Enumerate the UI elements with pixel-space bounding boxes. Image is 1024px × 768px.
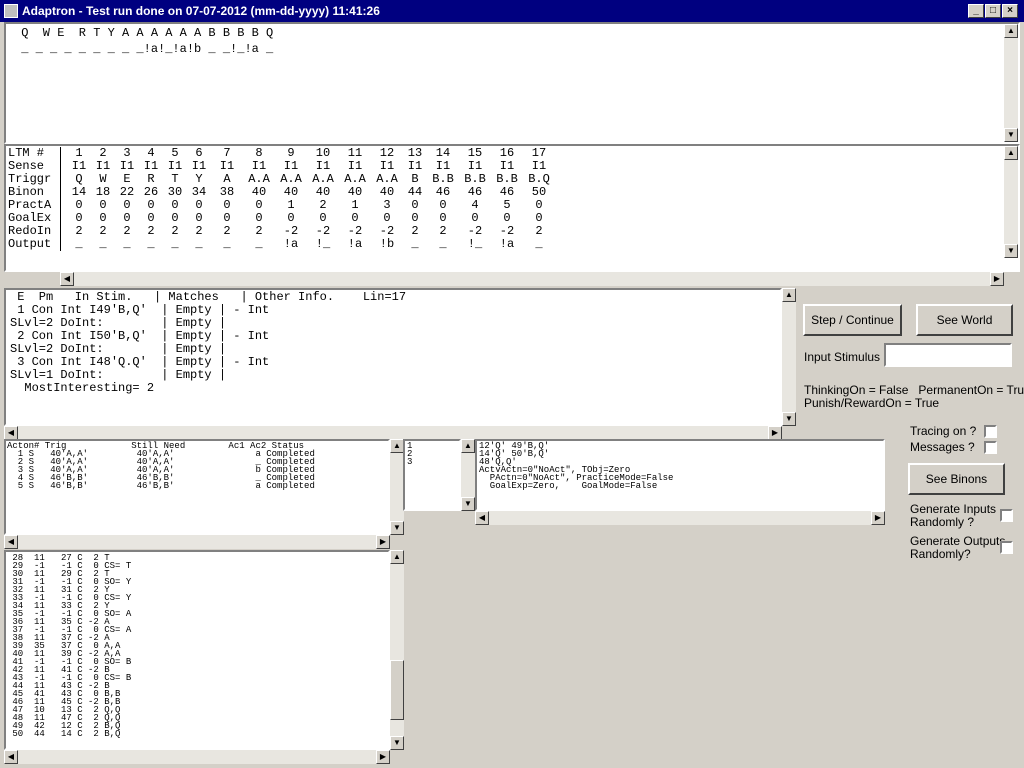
status-line-1: ThinkingOn = False PermanentOn = True	[804, 383, 1024, 397]
goal-info-line: GoalExp=Zero, GoalMode=False	[479, 481, 658, 491]
ltm-panel[interactable]: LTM #1 2 3 4 5 6 7 8 9 10 11 12 13 14 15 16 17 Sense I1 I1 I…	[4, 144, 1020, 272]
ltm-cell: _	[123, 237, 131, 251]
generate-outputs-checkbox[interactable]	[1000, 541, 1013, 554]
title-bar[interactable]: Adaptron - Test run done on 07-07-2012 (…	[0, 0, 1024, 22]
scroll-down-arrow-icon[interactable]: ▼	[390, 521, 404, 535]
scroll-left-arrow-icon[interactable]: ◀	[475, 511, 489, 525]
small-list-line: 2	[407, 449, 413, 459]
ltm-cell: _	[195, 237, 203, 251]
goal-info-line: 14'Q' 50'B,Q'	[479, 449, 550, 459]
messages-checkbox[interactable]	[984, 441, 997, 454]
ltm-row-label: Output	[8, 237, 52, 251]
tracing-checkbox[interactable]	[984, 425, 997, 438]
ltm-cell: _	[147, 237, 155, 251]
scroll-right-arrow-icon[interactable]: ▶	[990, 272, 1004, 286]
ltm-hscroll[interactable]: ◀ ▶	[60, 272, 1004, 286]
minimize-icon[interactable]: _	[968, 4, 984, 18]
ltm-vscroll[interactable]: ▲ ▼	[1004, 146, 1018, 258]
goal-info-text: 12'Q' 49'B,Q' 14'Q' 50'B,Q' 48'Q,Q' ActvAct…	[477, 441, 883, 491]
ltm-cell: _	[255, 237, 263, 251]
stm-hscroll[interactable]: ◀ ▶	[4, 426, 782, 440]
close-icon[interactable]: ×	[1002, 4, 1018, 18]
world-vscroll[interactable]: ▲ ▼	[1004, 24, 1018, 142]
messages-label: Messages ?	[910, 440, 975, 454]
scroll-up-arrow-icon[interactable]: ▲	[782, 288, 796, 302]
history-panel[interactable]: 28 11 27 C 2 T 29 -1 -1 C 0 CS= T 30 11 …	[4, 550, 390, 750]
scroll-right-arrow-icon[interactable]: ▶	[376, 535, 390, 549]
scroll-up-arrow-icon[interactable]: ▲	[1004, 24, 1018, 38]
scroll-thumb[interactable]	[390, 660, 404, 720]
small-list-panel[interactable]: 123	[403, 439, 461, 511]
see-world-button[interactable]: See World	[916, 304, 1013, 336]
world-line-2: _ _ _ _ _ _ _ _ _!a!_!a!b _ _!_!a _	[14, 42, 274, 56]
maximize-icon[interactable]: □	[985, 4, 1001, 18]
generate-outputs-label: Generate Outputs Randomly?	[910, 534, 1006, 561]
ltm-cell: !a	[499, 237, 515, 251]
actons-panel[interactable]: Acton# Trig Still Need Ac1 Ac2 Status 1 …	[4, 439, 390, 535]
world-line-1: Q W E R T Y A A A A A A B B B B Q	[14, 26, 274, 40]
window-title: Adaptron - Test run done on 07-07-2012 (…	[22, 4, 380, 18]
step-continue-button[interactable]: Step / Continue	[803, 304, 902, 336]
actons-text: Acton# Trig Still Need Ac1 Ac2 Status 1 …	[6, 441, 388, 491]
scroll-right-arrow-icon[interactable]: ▶	[768, 426, 782, 440]
goal-info-hscroll[interactable]: ◀ ▶	[475, 511, 885, 525]
input-stimulus-field[interactable]	[884, 343, 1012, 367]
tracing-label: Tracing on ?	[910, 424, 977, 438]
scroll-up-arrow-icon[interactable]: ▲	[461, 439, 475, 453]
ltm-table: LTM #1 2 3 4 5 6 7 8 9 10 11 12 13 14 15 16 17 Sense I1 I1 I…	[8, 147, 556, 251]
ltm-cell: _	[99, 237, 107, 251]
app-icon[interactable]	[4, 4, 18, 18]
scroll-down-arrow-icon[interactable]: ▼	[782, 412, 796, 426]
scroll-left-arrow-icon[interactable]: ◀	[4, 535, 18, 549]
scroll-right-arrow-icon[interactable]: ▶	[871, 511, 885, 525]
input-stimulus-label: Input Stimulus :	[804, 350, 887, 364]
small-list-line: 3	[407, 457, 413, 467]
scroll-down-arrow-icon[interactable]: ▼	[1004, 244, 1018, 258]
history-text: 28 11 27 C 2 T 29 -1 -1 C 0 CS= T 30 11 …	[6, 554, 388, 739]
goal-info-panel[interactable]: 12'Q' 49'B,Q' 14'Q' 50'B,Q' 48'Q,Q' ActvAct…	[475, 439, 885, 511]
scroll-down-arrow-icon[interactable]: ▼	[461, 497, 475, 511]
generate-inputs-label: Generate Inputs Randomly ?	[910, 502, 997, 529]
ltm-cell: _	[439, 237, 447, 251]
history-line: 50 44 14 C 2 B,Q	[7, 729, 121, 739]
stm-panel[interactable]: E Pm In Stim. | Matches | Other Info. Li…	[4, 288, 782, 426]
small-list-vscroll[interactable]: ▲ ▼	[461, 439, 475, 511]
scroll-left-arrow-icon[interactable]: ◀	[4, 426, 18, 440]
see-binons-button[interactable]: See Binons	[908, 463, 1005, 495]
status-line-2: Punish/RewardOn = True	[804, 396, 940, 410]
actons-hscroll[interactable]: ◀ ▶	[4, 535, 390, 549]
small-list-line: 1	[407, 441, 413, 451]
ltm-cell: !a	[347, 237, 363, 251]
ltm-cell: _	[171, 237, 179, 251]
actons-vscroll[interactable]: ▲ ▼	[390, 439, 404, 535]
ltm-cell: _	[223, 237, 231, 251]
scroll-right-arrow-icon[interactable]: ▶	[376, 750, 390, 764]
scroll-left-arrow-icon[interactable]: ◀	[4, 750, 18, 764]
scroll-up-arrow-icon[interactable]: ▲	[390, 439, 404, 453]
ltm-cell: !_	[467, 237, 483, 251]
ltm-cell: !a	[283, 237, 299, 251]
stm-line: MostInteresting= 2	[10, 381, 155, 395]
ltm-cell: _	[411, 237, 419, 251]
scroll-left-arrow-icon[interactable]: ◀	[60, 272, 74, 286]
scroll-up-arrow-icon[interactable]: ▲	[1004, 146, 1018, 160]
history-vscroll[interactable]: ▲ ▼	[390, 550, 404, 750]
world-panel[interactable]: Q W E R T Y A A A A A A B B B B Q _ _ _ …	[4, 22, 1020, 144]
ltm-cell: !_	[315, 237, 331, 251]
small-list-text: 123	[405, 441, 459, 467]
ltm-cell: _	[75, 237, 83, 251]
scroll-down-arrow-icon[interactable]: ▼	[1004, 128, 1018, 142]
ltm-row: Output _ _ _ _ _ _ _ _ !a !_ !a !b _ _ !_ !a _	[8, 238, 555, 251]
ltm-cell: !b	[379, 237, 395, 251]
scroll-down-arrow-icon[interactable]: ▼	[390, 736, 404, 750]
scroll-up-arrow-icon[interactable]: ▲	[390, 550, 404, 564]
generate-inputs-checkbox[interactable]	[1000, 509, 1013, 522]
actons-line: 5 S 46'B,B' 46'B,B' a Completed	[7, 481, 315, 491]
ltm-cell: _	[535, 237, 543, 251]
stm-text: E Pm In Stim. | Matches | Other Info. Li…	[6, 290, 780, 396]
stm-vscroll[interactable]: ▲ ▼	[782, 288, 796, 426]
history-hscroll[interactable]: ◀ ▶	[4, 750, 390, 764]
